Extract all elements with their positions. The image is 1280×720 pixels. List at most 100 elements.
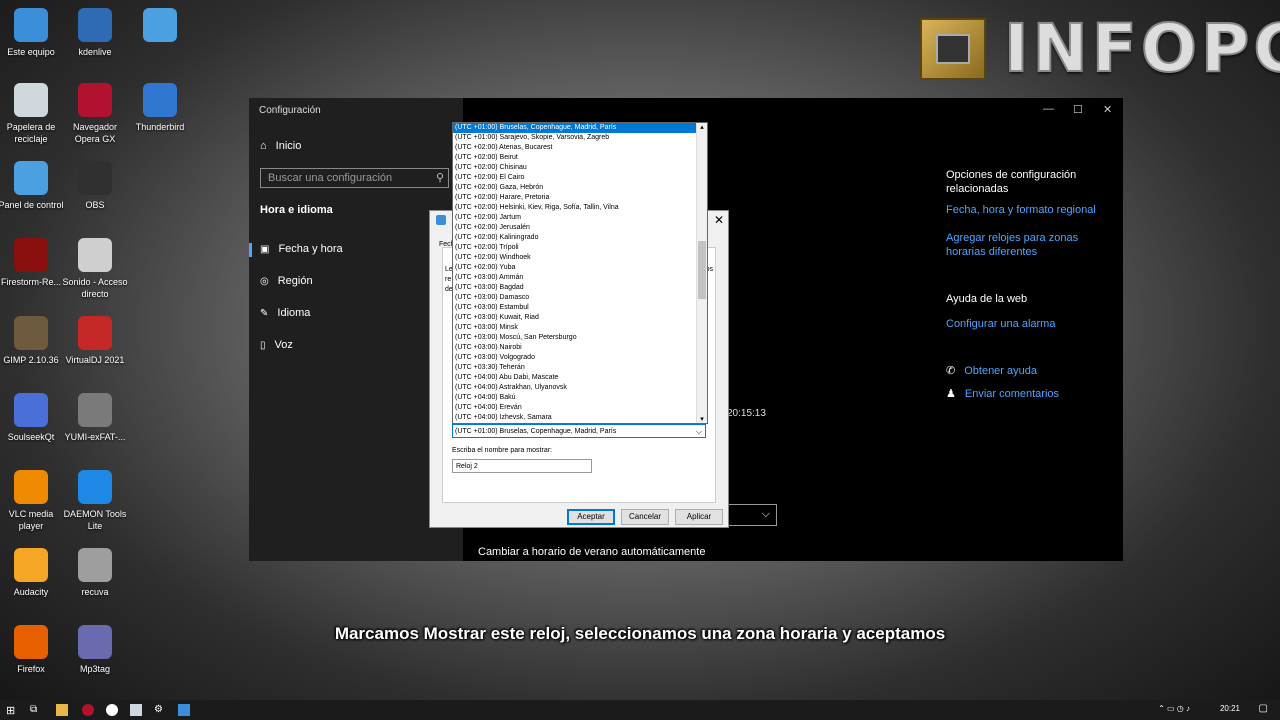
control-panel-icon: [14, 161, 48, 195]
nav-item-region[interactable]: ◎ Región: [260, 275, 313, 287]
timezone-option[interactable]: (UTC +02:00) El Cairo: [453, 173, 707, 183]
timezone-option[interactable]: (UTC +03:00) Kuwait, Riad: [453, 313, 707, 323]
desktop-icon[interactable]: Panel de control: [0, 161, 66, 211]
desktop-icon-label: Sonido - Acceso directo: [62, 277, 128, 299]
file-explorer-icon[interactable]: [56, 704, 68, 716]
timezone-option[interactable]: (UTC +04:00) Ereván: [453, 403, 707, 413]
scroll-up-icon[interactable]: ▴: [697, 123, 707, 131]
thunderbird-icon: [143, 83, 177, 117]
desktop-icon-label: Panel de control: [0, 200, 64, 210]
timezone-scrollbar[interactable]: ▴ ▾: [696, 123, 707, 423]
desktop-icon[interactable]: SoulseekQt: [0, 393, 66, 443]
desktop-icon[interactable]: Este equipo: [0, 8, 66, 58]
nav-item-voz[interactable]: ▯ Voz: [260, 339, 293, 351]
desktop-icon[interactable]: VirtualDJ 2021: [60, 316, 130, 366]
timezone-option[interactable]: (UTC +02:00) Jartum: [453, 213, 707, 223]
timezone-option[interactable]: (UTC +02:00) Jerusalén: [453, 223, 707, 233]
timezone-option[interactable]: (UTC +04:00) Bakú: [453, 393, 707, 403]
feedback-link[interactable]: ♟ Enviar comentarios: [946, 387, 1059, 401]
opera-taskbar-icon[interactable]: [82, 704, 94, 716]
timezone-option[interactable]: (UTC +02:00) Yuba: [453, 263, 707, 273]
link-add-clocks[interactable]: Agregar relojes para zonas horarias dife…: [946, 231, 1096, 259]
display-name-input[interactable]: Reloj 2: [452, 459, 592, 473]
search-input[interactable]: Buscar una configuración ⚲: [260, 168, 449, 188]
settings-taskbar-icon[interactable]: ⚙: [154, 704, 166, 716]
timezone-option[interactable]: (UTC +02:00) Gaza, Hebrón: [453, 183, 707, 193]
taskbar-clock[interactable]: 20:21: [1220, 704, 1240, 713]
link-alarm[interactable]: Configurar una alarma: [946, 317, 1055, 331]
timezone-option[interactable]: (UTC +04:00) Astrakhan, Ulyanovsk: [453, 383, 707, 393]
timezone-option[interactable]: (UTC +03:00) Moscú, San Petersburgo: [453, 333, 707, 343]
maximize-icon[interactable]: ☐: [1073, 103, 1083, 116]
ok-button[interactable]: Aceptar: [567, 509, 615, 525]
desktop-icon-label: Este equipo: [7, 47, 55, 57]
desktop-icon[interactable]: YUMI-exFAT-...: [60, 393, 130, 443]
timezone-option[interactable]: (UTC +02:00) Chisinau: [453, 163, 707, 173]
clock-dialog-taskbar-icon[interactable]: [178, 704, 190, 716]
obs-taskbar-icon[interactable]: [106, 704, 118, 716]
task-view-icon[interactable]: ⧉: [30, 704, 42, 716]
desktop-icon-label: Navegador Opera GX: [72, 122, 118, 144]
timezone-option[interactable]: (UTC +03:00) Nairobi: [453, 343, 707, 353]
timezone-option[interactable]: (UTC +02:00) Harare, Pretoria: [453, 193, 707, 203]
timezone-option[interactable]: (UTC +03:00) Bagdad: [453, 283, 707, 293]
desktop-icon[interactable]: Thunderbird: [125, 83, 195, 133]
desktop-icon[interactable]: Sonido - Acceso directo: [60, 238, 130, 300]
infopc-logo: INFOPC: [1003, 9, 1280, 88]
scroll-thumb[interactable]: [698, 241, 706, 299]
desktop-icon[interactable]: Papelera de reciclaje: [0, 83, 66, 145]
desktop-icon-label: YUMI-exFAT-...: [64, 432, 126, 442]
active-indicator: [249, 243, 252, 257]
timezone-option[interactable]: (UTC +03:00) Estambul: [453, 303, 707, 313]
timezone-option[interactable]: (UTC +01:00) Sarajevo, Skopie, Varsovia,…: [453, 133, 707, 143]
desktop-icon-label: Mp3tag: [79, 664, 111, 674]
desktop-icon[interactable]: DAEMON Tools Lite: [60, 470, 130, 532]
timezone-option[interactable]: (UTC +02:00) Atenas, Bucarest: [453, 143, 707, 153]
close-icon[interactable]: ✕: [1103, 103, 1112, 116]
desktop-icon[interactable]: GIMP 2.10.36: [0, 316, 66, 366]
timezone-option[interactable]: (UTC +03:30) Teherán: [453, 363, 707, 373]
notifications-icon[interactable]: ▢: [1259, 703, 1268, 714]
globe-icon: ◎: [260, 275, 269, 287]
apply-button[interactable]: Aplicar: [675, 509, 723, 525]
timezone-option[interactable]: (UTC +02:00) Trípoli: [453, 243, 707, 253]
desktop-icon-label: Thunderbird: [135, 122, 185, 132]
desktop-icon[interactable]: VLC media player: [0, 470, 66, 532]
desktop-icon[interactable]: recuva: [60, 548, 130, 598]
desktop-icon[interactable]: Audacity: [0, 548, 66, 598]
timezone-option[interactable]: (UTC +04:00) Abu Dabi, Mascate: [453, 373, 707, 383]
cancel-button[interactable]: Cancelar: [621, 509, 669, 525]
timezone-option[interactable]: (UTC +03:00) Minsk: [453, 323, 707, 333]
timezone-option[interactable]: (UTC +01:00) Bruselas, Copenhague, Madri…: [453, 123, 707, 133]
timezone-option[interactable]: (UTC +02:00) Beirut: [453, 153, 707, 163]
scroll-down-icon[interactable]: ▾: [697, 415, 707, 423]
windows-start-icon[interactable]: ⊞: [6, 704, 18, 717]
desktop-icon[interactable]: [125, 8, 195, 46]
timezone-option[interactable]: (UTC +04:00) Izhevsk, Samara: [453, 413, 707, 423]
timezone-select[interactable]: (UTC +01:00) Bruselas, Copenhague, Madri…: [452, 424, 706, 438]
get-help-link[interactable]: ✆ Obtener ayuda: [946, 364, 1037, 378]
home-nav[interactable]: ⌂ Inicio: [260, 140, 301, 152]
timezone-list[interactable]: (UTC +01:00) Bruselas, Copenhague, Madri…: [452, 122, 708, 424]
desktop-icon[interactable]: Navegador Opera GX: [60, 83, 130, 145]
timezone-option[interactable]: (UTC +03:00) Damasco: [453, 293, 707, 303]
timezone-dropdown-bg[interactable]: ⌵: [727, 504, 777, 526]
timezone-option[interactable]: (UTC +02:00) Kaliningrado: [453, 233, 707, 243]
dialog-close-icon[interactable]: ✕: [714, 213, 724, 227]
timezone-option[interactable]: (UTC +02:00) Helsinki, Kiev, Riga, Sofía…: [453, 203, 707, 213]
desktop-icon[interactable]: OBS: [60, 161, 130, 211]
timezone-option[interactable]: (UTC +03:00) Volgogrado: [453, 353, 707, 363]
timezone-option[interactable]: (UTC +02:00) Windhoek: [453, 253, 707, 263]
nav-label: Fecha y hora: [278, 243, 343, 255]
gimp-icon: [14, 316, 48, 350]
language-icon: ✎: [260, 307, 269, 319]
desktop-icon[interactable]: kdenlive: [60, 8, 130, 58]
tray-icons[interactable]: ⌃ ▭ ◷ ♪: [1158, 704, 1190, 713]
notepad-taskbar-icon[interactable]: [130, 704, 142, 716]
nav-item-idioma[interactable]: ✎ Idioma: [260, 307, 310, 319]
minimize-icon[interactable]: —: [1043, 103, 1054, 115]
timezone-option[interactable]: (UTC +03:00) Ammán: [453, 273, 707, 283]
desktop-icon[interactable]: Firestorm-Re...: [0, 238, 66, 288]
nav-item-fecha-y-hora[interactable]: ▣ Fecha y hora: [260, 243, 343, 255]
link-date-format[interactable]: Fecha, hora y formato regional: [946, 203, 1096, 217]
